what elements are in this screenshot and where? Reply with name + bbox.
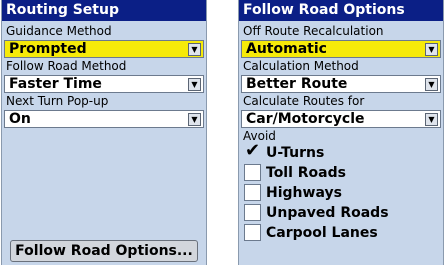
avoid-item-label: U-Turns [266,145,325,161]
calc-routes-for-label: Calculate Routes for [243,94,365,108]
calc-method-select[interactable]: Better Route ▼ [241,75,441,93]
follow-road-method-select[interactable]: Faster Time ▼ [4,75,204,93]
screen-title: Routing Setup [2,0,206,21]
dropdown-arrow-icon[interactable]: ▼ [188,113,201,126]
follow-road-options-screen: Follow Road Options Off Route Recalculat… [238,0,444,265]
check-icon[interactable]: ✔ [244,142,261,161]
off-route-recalc-value: Automatic [246,41,327,57]
guidance-method-select[interactable]: Prompted ▼ [4,40,204,58]
screen-title: Follow Road Options [239,0,443,21]
follow-road-method-value: Faster Time [9,76,102,92]
calc-method-value: Better Route [246,76,348,92]
calc-routes-for-select[interactable]: Car/Motorcycle ▼ [241,110,441,128]
next-turn-popup-value: On [9,111,31,127]
calc-method-label: Calculation Method [243,59,359,73]
dropdown-arrow-icon[interactable]: ▼ [425,113,438,126]
next-turn-popup-select[interactable]: On ▼ [4,110,204,128]
avoid-item-label: Highways [266,185,342,201]
routing-setup-screen: Routing Setup Guidance Method Prompted ▼… [1,0,207,265]
calc-routes-for-value: Car/Motorcycle [246,111,365,127]
follow-road-options-button[interactable]: Follow Road Options... [10,240,198,262]
avoid-item-label: Carpool Lanes [266,225,378,241]
guidance-method-value: Prompted [9,41,87,57]
dropdown-arrow-icon[interactable]: ▼ [425,43,438,56]
dropdown-arrow-icon[interactable]: ▼ [188,43,201,56]
dropdown-arrow-icon[interactable]: ▼ [188,78,201,91]
avoid-item-label: Toll Roads [266,165,346,181]
checkbox-empty-icon[interactable] [244,184,261,201]
avoid-item-label: Unpaved Roads [266,205,389,221]
follow-road-method-label: Follow Road Method [6,59,127,73]
next-turn-popup-label: Next Turn Pop-up [6,94,109,108]
dropdown-arrow-icon[interactable]: ▼ [425,78,438,91]
guidance-method-label: Guidance Method [6,24,112,38]
checkbox-empty-icon[interactable] [244,204,261,221]
checkbox-empty-icon[interactable] [244,164,261,181]
checkbox-empty-icon[interactable] [244,224,261,241]
off-route-recalc-select[interactable]: Automatic ▼ [241,40,441,58]
off-route-recalc-label: Off Route Recalculation [243,24,384,38]
